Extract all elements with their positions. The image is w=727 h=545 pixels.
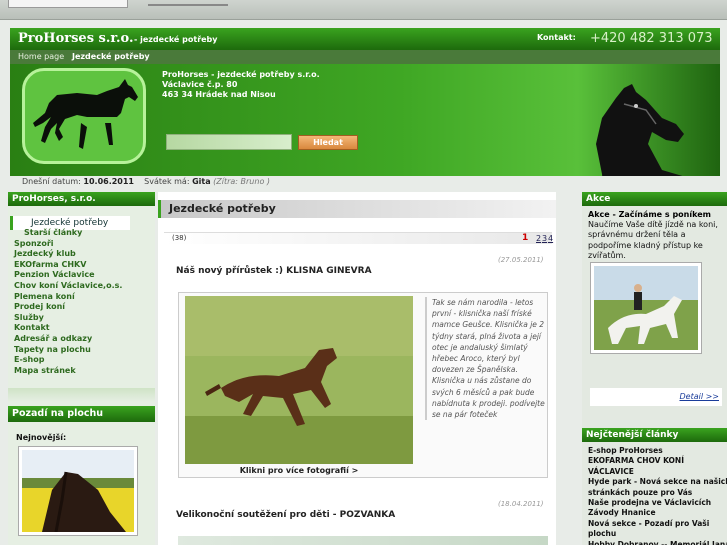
breadcrumb-current: Jezdecké potřeby [72, 52, 150, 61]
page-title: Jezdecké potřeby [158, 200, 556, 218]
article-date: (18.04.2011) [498, 500, 544, 508]
pager-current-page: 1 [522, 233, 529, 243]
search-button[interactable]: Hledat [298, 135, 358, 150]
sidebar-item[interactable]: Kontakt [14, 323, 154, 334]
brand-subtitle: - jezdecké potřeby [134, 35, 218, 44]
sidebar-item[interactable]: Tapety na plochu [14, 345, 154, 356]
akce-body: Akce - Začínáme s poníkem Naučíme Vaše d… [588, 210, 726, 261]
pager-page-link[interactable]: 4 [548, 234, 553, 243]
address-line: Václavice č.p. 80 [162, 80, 238, 89]
article-text: Tak se nám narodila - letos první - klis… [425, 297, 545, 421]
right-sidebar: Akce Akce - Začínáme s poníkem Naučíme V… [582, 192, 727, 545]
article-count: (38) [172, 234, 187, 242]
date-line: Dnešní datum: 10.06.2011 Svátek má: Gita… [22, 177, 270, 186]
pony-image [594, 266, 698, 350]
header-banner: ProHorses - jezdecké potřeby s.r.o. Václ… [10, 64, 720, 176]
foal-image [185, 296, 413, 464]
brand-name[interactable]: ProHorses s.r.o. [18, 31, 134, 46]
recent-article-link[interactable]: stránkách pouze pro Vás [588, 488, 727, 498]
header-title-bar: ProHorses s.r.o. - jezdecké potřeby Kont… [10, 28, 720, 50]
recent-article-link[interactable]: Naše prodejna ve Václavicích [588, 498, 727, 508]
date-label: Dnešní datum: [22, 177, 81, 186]
sidebar-item[interactable]: Plemena koní [14, 292, 154, 303]
sidebar-item[interactable]: Sponzoři [14, 239, 154, 250]
recent-article-link[interactable]: Nová sekce - Pozadí pro Vaši [588, 519, 727, 529]
article-box: Klikni pro více fotografií > Tak se nám … [178, 292, 548, 478]
current-date: 10.06.2011 [83, 177, 134, 186]
nameday: Gita [192, 177, 211, 186]
sidebar-item[interactable]: Adresář a odkazy [14, 334, 154, 345]
left-sidebar: ProHorses, s.r.o. Jezdecké potřeby Starš… [8, 192, 155, 545]
sidebar-separator [8, 388, 155, 402]
recent-article-link[interactable]: E-shop ProHorses [588, 446, 727, 456]
address-line: ProHorses - jezdecké potřeby s.r.o. [162, 70, 320, 79]
article-date: (27.05.2011) [498, 256, 544, 264]
top-strip [0, 0, 727, 20]
sidebar-item[interactable]: Jezdecký klub [14, 249, 154, 260]
detail-link[interactable]: Detail >> [590, 388, 722, 406]
more-photos-link[interactable]: Klikni pro více fotografií > [185, 466, 413, 475]
sidebar-heading: ProHorses, s.r.o. [8, 192, 155, 206]
article-title[interactable]: Náš nový přírůstek :) KLISNA GINEVRA [176, 266, 372, 276]
horse-logo-icon [33, 79, 138, 149]
akce-text: Naučíme Vaše dítě jízdě na koni, správné… [588, 220, 718, 260]
recent-article-link[interactable]: EKOFARMA CHOV KONÍ [588, 456, 727, 466]
sidebar-item[interactable]: Starší články [14, 228, 154, 239]
recent-article-link[interactable]: plochu [588, 529, 727, 539]
akce-title[interactable]: Akce - Začínáme s poníkem [588, 210, 711, 219]
site-header: ProHorses s.r.o. - jezdecké potřeby Kont… [10, 28, 720, 176]
article-photo[interactable] [185, 296, 413, 464]
wallpaper-heading: Pozadí na plochu [8, 406, 155, 422]
wallpaper-image [22, 450, 134, 533]
akce-heading: Akce [582, 192, 727, 206]
nameday-label: Svátek má: [144, 177, 190, 186]
top-strip-divider [148, 4, 228, 6]
top-strip-tab[interactable] [8, 0, 128, 8]
company-address: ProHorses - jezdecké potřeby s.r.o. Václ… [162, 70, 320, 100]
contact-label: Kontakt: [537, 33, 576, 42]
recent-article-link[interactable]: Hyde park - Nová sekce na našich [588, 477, 727, 487]
pager-page-link[interactable]: 3 [542, 234, 547, 243]
sidebar-item[interactable]: Chov koní Václavice,o.s. [14, 281, 154, 292]
sidebar-item[interactable]: Mapa stránek [14, 366, 154, 377]
article-title[interactable]: Velikonoční soutěžení pro děti - POZVANK… [176, 510, 395, 520]
recent-article-link[interactable]: Závody Hnanice [588, 508, 727, 518]
pager: (38) 1 2 3 4 [164, 232, 553, 244]
recent-heading: Nejčtenější články [582, 428, 727, 442]
article-photo-partial[interactable] [178, 536, 548, 545]
logo[interactable] [22, 68, 146, 164]
phone-number: +420 482 313 073 [590, 31, 713, 46]
recent-article-link[interactable]: VÁCLAVICE [588, 467, 727, 477]
pager-page-link[interactable]: 2 [536, 234, 541, 243]
sidebar-item[interactable]: Penzion Václavice [14, 270, 154, 281]
sidebar-item[interactable]: Služby [14, 313, 154, 324]
search-input[interactable] [166, 134, 292, 150]
sidebar-menu: Starší články Sponzoři Jezdecký klub EKOfar… [14, 228, 154, 376]
page: ProHorses s.r.o. - jezdecké potřeby Kont… [0, 0, 727, 545]
wallpaper-thumbnail[interactable] [18, 446, 138, 536]
header-horse-photo [596, 84, 684, 176]
sidebar-item[interactable]: E-shop [14, 355, 154, 366]
breadcrumb-home-link[interactable]: Home page [18, 52, 64, 61]
akce-photo[interactable] [590, 262, 702, 354]
main-content: Jezdecké potřeby (38) 1 2 3 4 (27.05.201… [158, 192, 556, 545]
recent-articles-list: E-shop ProHorses EKOFARMA CHOV KONÍ VÁCLAV… [588, 446, 727, 545]
sidebar-item[interactable]: Prodej koní [14, 302, 154, 313]
sidebar-item[interactable]: EKOfarma CHKV [14, 260, 154, 271]
breadcrumb: Home page Jezdecké potřeby [10, 50, 720, 64]
nameday-tomorrow: (Zítra: Bruno ) [213, 177, 271, 186]
newest-label: Nejnovější: [16, 433, 67, 442]
address-line: 463 34 Hrádek nad Nisou [162, 90, 276, 99]
recent-article-link[interactable]: Hobby Dobranov -- Memoriál Jana [588, 540, 727, 545]
